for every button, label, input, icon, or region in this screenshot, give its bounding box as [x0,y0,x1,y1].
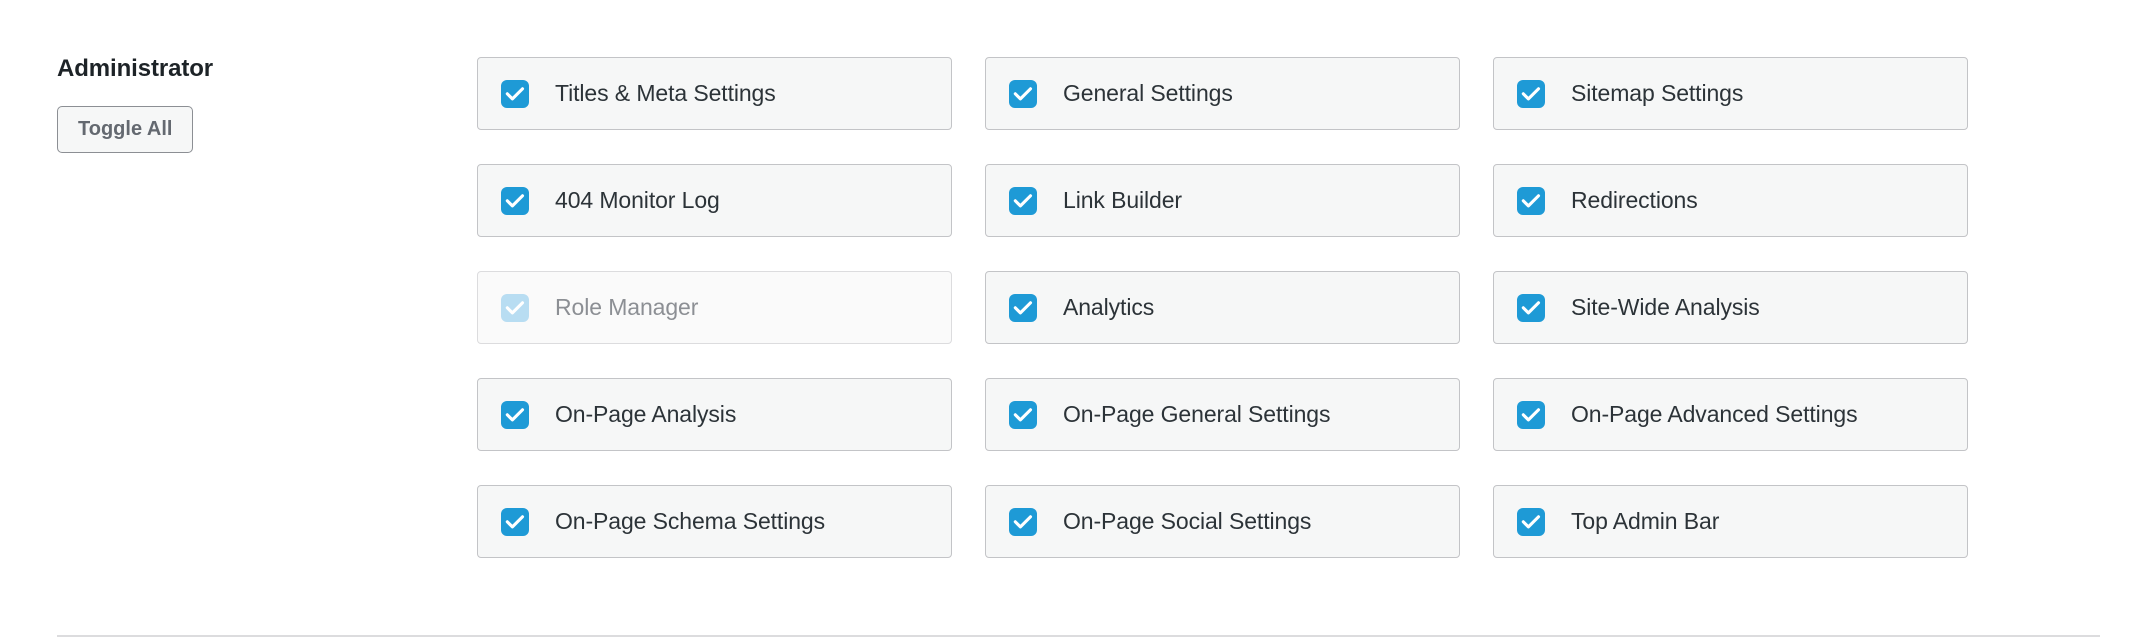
checkbox-checked-icon[interactable] [1009,79,1037,108]
capability-item[interactable]: Site-Wide Analysis [1493,271,1968,344]
capability-label: On-Page Social Settings [1063,508,1312,534]
checkbox-checked-icon[interactable] [1517,400,1545,429]
toggle-all-button[interactable]: Toggle All [57,105,194,153]
capability-item[interactable]: Redirections [1493,164,1968,237]
capability-item: Role Manager [477,271,952,344]
role-meta-column: Administrator Toggle All [57,55,457,153]
section-divider [57,635,2100,637]
checkbox-checked-icon[interactable] [1517,507,1545,536]
capability-item[interactable]: Analytics [985,271,1460,344]
capability-label: On-Page Advanced Settings [1571,401,1858,427]
role-capabilities-panel: Administrator Toggle All Titles & Meta S… [0,0,2143,644]
capability-item[interactable]: On-Page Schema Settings [477,485,952,558]
capability-item[interactable]: On-Page Advanced Settings [1493,378,1968,451]
checkbox-checked-icon[interactable] [501,507,529,536]
checkbox-checked-icon[interactable] [1009,186,1037,215]
checkbox-checked-icon[interactable] [501,79,529,108]
checkbox-checked-icon [501,293,529,322]
capability-label: Link Builder [1063,187,1182,213]
checkbox-checked-icon[interactable] [1517,293,1545,322]
capability-label: Sitemap Settings [1571,80,1744,106]
checkbox-checked-icon[interactable] [1009,507,1037,536]
capability-label: Redirections [1571,187,1698,213]
capability-label: Site-Wide Analysis [1571,294,1760,320]
checkbox-checked-icon[interactable] [1009,400,1037,429]
capability-label: Top Admin Bar [1571,508,1720,534]
capability-label: On-Page Schema Settings [555,508,826,534]
capability-item[interactable]: 404 Monitor Log [477,164,952,237]
checkbox-checked-icon[interactable] [1009,293,1037,322]
capability-label: Role Manager [555,294,699,320]
capability-item[interactable]: Link Builder [985,164,1460,237]
capability-label: 404 Monitor Log [555,187,720,213]
capability-item[interactable]: Top Admin Bar [1493,485,1968,558]
capability-label: General Settings [1063,80,1233,106]
role-title: Administrator [57,55,214,82]
capability-item[interactable]: On-Page General Settings [985,378,1460,451]
checkbox-checked-icon[interactable] [501,400,529,429]
capability-label: Analytics [1063,294,1155,320]
capability-label: Titles & Meta Settings [555,80,776,106]
capability-item[interactable]: General Settings [985,57,1460,130]
capability-label: On-Page General Settings [1063,401,1331,427]
capability-item[interactable]: On-Page Social Settings [985,485,1460,558]
capability-item[interactable]: On-Page Analysis [477,378,952,451]
capability-label: On-Page Analysis [555,401,737,427]
capability-grid: Titles & Meta Settings General Settings Si… [477,57,1987,558]
checkbox-checked-icon[interactable] [1517,79,1545,108]
checkbox-checked-icon[interactable] [1517,186,1545,215]
checkbox-checked-icon[interactable] [501,186,529,215]
capability-item[interactable]: Titles & Meta Settings [477,57,952,130]
capability-item[interactable]: Sitemap Settings [1493,57,1968,130]
